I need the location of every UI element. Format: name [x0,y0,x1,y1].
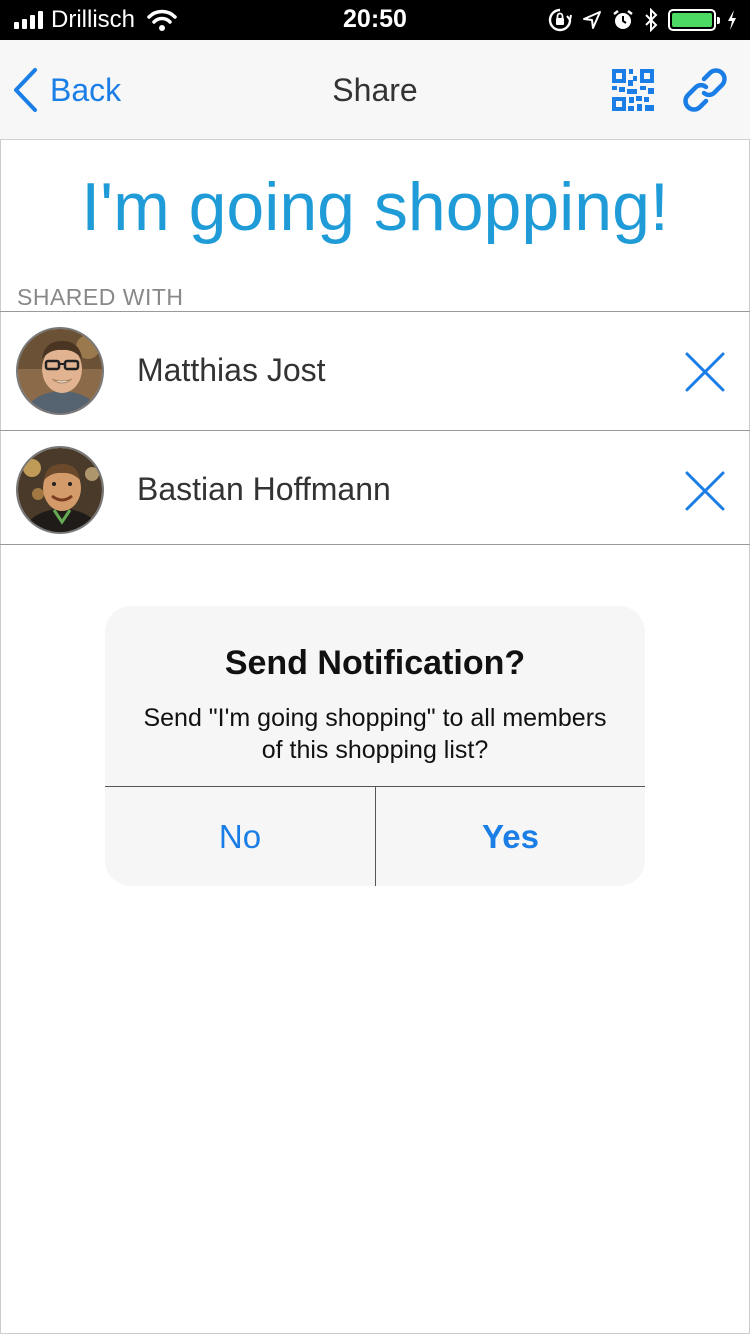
member-name: Bastian Hoffmann [137,471,391,507]
avatar-image [18,448,102,532]
member-row[interactable]: Matthias Jost [0,311,750,426]
location-icon [583,11,601,29]
bluetooth-icon [645,8,658,32]
section-header: SHARED WITH [17,284,184,310]
avatar [16,446,104,534]
close-icon[interactable] [683,350,727,394]
alert-message: Send "I'm going shopping" to all members… [143,704,607,764]
no-button[interactable]: No [105,787,375,886]
avatar-image [18,329,102,413]
navigation-bar: Back Share [0,40,750,140]
avatar [16,327,104,415]
charging-icon [728,10,736,30]
close-icon[interactable] [683,469,727,513]
alarm-icon [613,10,633,29]
link-icon[interactable] [682,67,728,113]
alert-title: Send Notification? [224,644,526,682]
member-name: Matthias Jost [137,352,326,388]
status-right [548,6,738,34]
qr-code-icon[interactable] [610,67,656,113]
list-title: I'm going shopping! [81,169,669,245]
orientation-lock-icon [548,8,572,32]
notification-alert: Send Notification? Send "I'm going shopp… [105,606,645,886]
battery-icon [668,9,720,31]
member-row[interactable]: Bastian Hoffmann [0,430,750,545]
status-bar: Drillisch 20:50 [0,0,750,40]
yes-button[interactable]: Yes [376,787,645,886]
battery-fill [672,13,712,27]
